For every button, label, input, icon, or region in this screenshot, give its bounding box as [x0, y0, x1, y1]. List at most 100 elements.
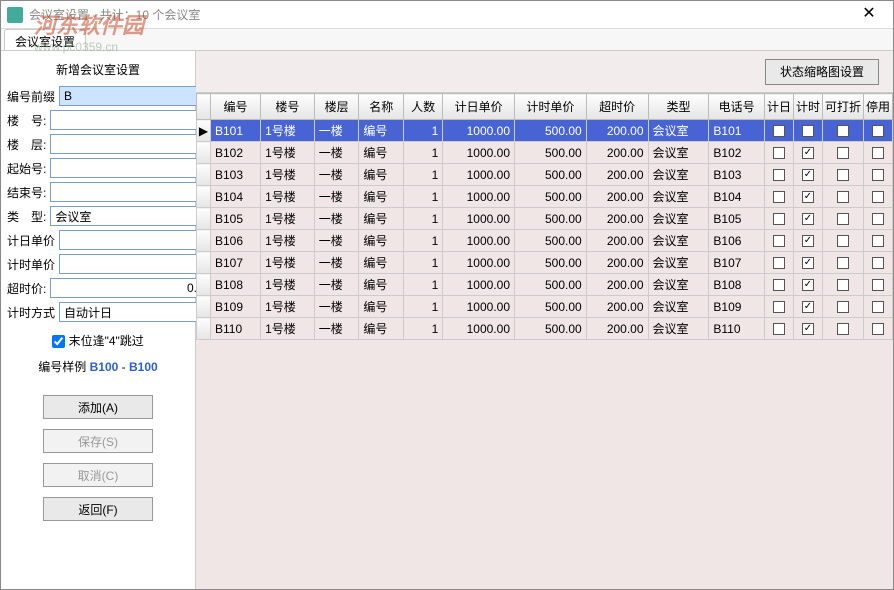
checkbox-icon[interactable]: [837, 301, 849, 313]
table-row[interactable]: B1031号楼一楼编号11000.00500.00200.00会议室B103✓: [197, 164, 893, 186]
floor-input[interactable]: [50, 134, 215, 154]
checkbox-icon[interactable]: [773, 235, 785, 247]
col-header[interactable]: 类型: [648, 94, 709, 120]
tabbar: 会议室设置: [1, 29, 893, 51]
col-header[interactable]: 超时价: [586, 94, 648, 120]
checkbox-icon[interactable]: ✓: [802, 125, 814, 137]
overtime-label: 超时价:: [7, 280, 46, 297]
window-title: 会议室设置 - 共计：10 个会议室: [29, 6, 851, 23]
close-icon[interactable]: ✕: [851, 3, 887, 27]
checkbox-icon[interactable]: [872, 323, 884, 335]
type-label: 类 型:: [7, 208, 46, 225]
checkbox-icon[interactable]: ✓: [802, 257, 814, 269]
content: 状态缩略图设置 编号楼号楼层名称人数计日单价计时单价超时价类型电话号计日计时可打…: [196, 51, 893, 589]
col-header[interactable]: 楼号: [261, 94, 315, 120]
back-button[interactable]: 返回(F): [43, 497, 153, 521]
hourly-label: 计时单价: [7, 256, 55, 273]
table-row[interactable]: B1051号楼一楼编号11000.00500.00200.00会议室B105✓: [197, 208, 893, 230]
checkbox-icon[interactable]: [773, 213, 785, 225]
building-label: 楼 号:: [7, 112, 46, 129]
status-thumb-button[interactable]: 状态缩略图设置: [765, 59, 879, 85]
titlebar: 会议室设置 - 共计：10 个会议室 ✕: [1, 1, 893, 29]
checkbox-icon[interactable]: [837, 235, 849, 247]
checkbox-icon[interactable]: [837, 147, 849, 159]
col-header[interactable]: 停用: [863, 94, 892, 120]
checkbox-icon[interactable]: [773, 323, 785, 335]
col-header[interactable]: 人数: [404, 94, 443, 120]
col-header[interactable]: 计时: [793, 94, 822, 120]
checkbox-icon[interactable]: [872, 125, 884, 137]
topbar: 状态缩略图设置: [196, 51, 893, 93]
table-row[interactable]: B1061号楼一楼编号11000.00500.00200.00会议室B106✓: [197, 230, 893, 252]
tab-room-settings[interactable]: 会议室设置: [4, 29, 86, 50]
skip4-label: 末位逢"4"跳过: [69, 334, 144, 348]
end-input[interactable]: [50, 182, 215, 202]
checkbox-icon[interactable]: ✓: [802, 147, 814, 159]
start-label: 起始号:: [7, 160, 46, 177]
checkbox-icon[interactable]: [872, 213, 884, 225]
checkbox-icon[interactable]: [773, 279, 785, 291]
overtime-input[interactable]: [50, 278, 215, 298]
checkbox-icon[interactable]: [872, 279, 884, 291]
type-select[interactable]: [50, 206, 215, 226]
checkbox-icon[interactable]: ✓: [802, 279, 814, 291]
checkbox-icon[interactable]: ✓: [802, 213, 814, 225]
table-row[interactable]: B1071号楼一楼编号11000.00500.00200.00会议室B107✓: [197, 252, 893, 274]
checkbox-icon[interactable]: ✓: [802, 235, 814, 247]
save-button[interactable]: 保存(S): [43, 429, 153, 453]
checkbox-icon[interactable]: [872, 257, 884, 269]
sidebar: 新增会议室设置 编号前缀 楼 号: ▲▼ 楼 层: ▲▼ 起始号: ▲▼ 结束号…: [1, 51, 196, 589]
col-header[interactable]: 电话号: [709, 94, 765, 120]
start-input[interactable]: [50, 158, 215, 178]
checkbox-icon[interactable]: [872, 301, 884, 313]
checkbox-icon[interactable]: [837, 279, 849, 291]
checkbox-icon[interactable]: ✓: [802, 301, 814, 313]
table-row[interactable]: B1101号楼一楼编号11000.00500.00200.00会议室B110✓: [197, 318, 893, 340]
checkbox-icon[interactable]: [773, 125, 785, 137]
checkbox-icon[interactable]: [872, 191, 884, 203]
prefix-label: 编号前缀: [7, 88, 55, 105]
checkbox-icon[interactable]: [872, 235, 884, 247]
col-header[interactable]: 名称: [359, 94, 404, 120]
col-header[interactable]: 计时单价: [515, 94, 587, 120]
checkbox-icon[interactable]: [773, 257, 785, 269]
sample-row: 编号样例 B100 - B100: [7, 355, 189, 385]
method-label: 计时方式: [7, 304, 55, 321]
end-label: 结束号:: [7, 184, 46, 201]
table-row[interactable]: B1021号楼一楼编号11000.00500.00200.00会议室B102✓: [197, 142, 893, 164]
col-header[interactable]: 编号: [211, 94, 261, 120]
col-header[interactable]: 可打折: [822, 94, 863, 120]
checkbox-icon[interactable]: [837, 257, 849, 269]
checkbox-icon[interactable]: [837, 169, 849, 181]
checkbox-icon[interactable]: [837, 213, 849, 225]
daily-label: 计日单价: [7, 232, 55, 249]
checkbox-icon[interactable]: [872, 147, 884, 159]
checkbox-icon[interactable]: ✓: [802, 169, 814, 181]
add-button[interactable]: 添加(A): [43, 395, 153, 419]
cancel-button[interactable]: 取消(C): [43, 463, 153, 487]
col-header[interactable]: 计日单价: [443, 94, 515, 120]
skip4-checkbox[interactable]: [52, 335, 65, 348]
checkbox-icon[interactable]: [837, 191, 849, 203]
table-row[interactable]: ▶B1011号楼一楼编号11000.00500.00200.00会议室B101✓: [197, 120, 893, 142]
grid[interactable]: 编号楼号楼层名称人数计日单价计时单价超时价类型电话号计日计时可打折停用 ▶B10…: [196, 93, 893, 589]
checkbox-icon[interactable]: ✓: [802, 191, 814, 203]
building-input[interactable]: [50, 110, 215, 130]
section-title: 新增会议室设置: [7, 57, 189, 86]
floor-label: 楼 层:: [7, 136, 46, 153]
room-table: 编号楼号楼层名称人数计日单价计时单价超时价类型电话号计日计时可打折停用 ▶B10…: [196, 93, 893, 340]
table-row[interactable]: B1081号楼一楼编号11000.00500.00200.00会议室B108✓: [197, 274, 893, 296]
checkbox-icon[interactable]: [773, 191, 785, 203]
checkbox-icon[interactable]: [773, 169, 785, 181]
col-header[interactable]: 楼层: [314, 94, 359, 120]
checkbox-icon[interactable]: [773, 147, 785, 159]
checkbox-icon[interactable]: ✓: [802, 323, 814, 335]
checkbox-icon[interactable]: [837, 323, 849, 335]
checkbox-icon[interactable]: [837, 125, 849, 137]
table-row[interactable]: B1041号楼一楼编号11000.00500.00200.00会议室B104✓: [197, 186, 893, 208]
app-icon: [7, 7, 23, 23]
checkbox-icon[interactable]: [872, 169, 884, 181]
table-row[interactable]: B1091号楼一楼编号11000.00500.00200.00会议室B109✓: [197, 296, 893, 318]
checkbox-icon[interactable]: [773, 301, 785, 313]
col-header[interactable]: 计日: [764, 94, 793, 120]
